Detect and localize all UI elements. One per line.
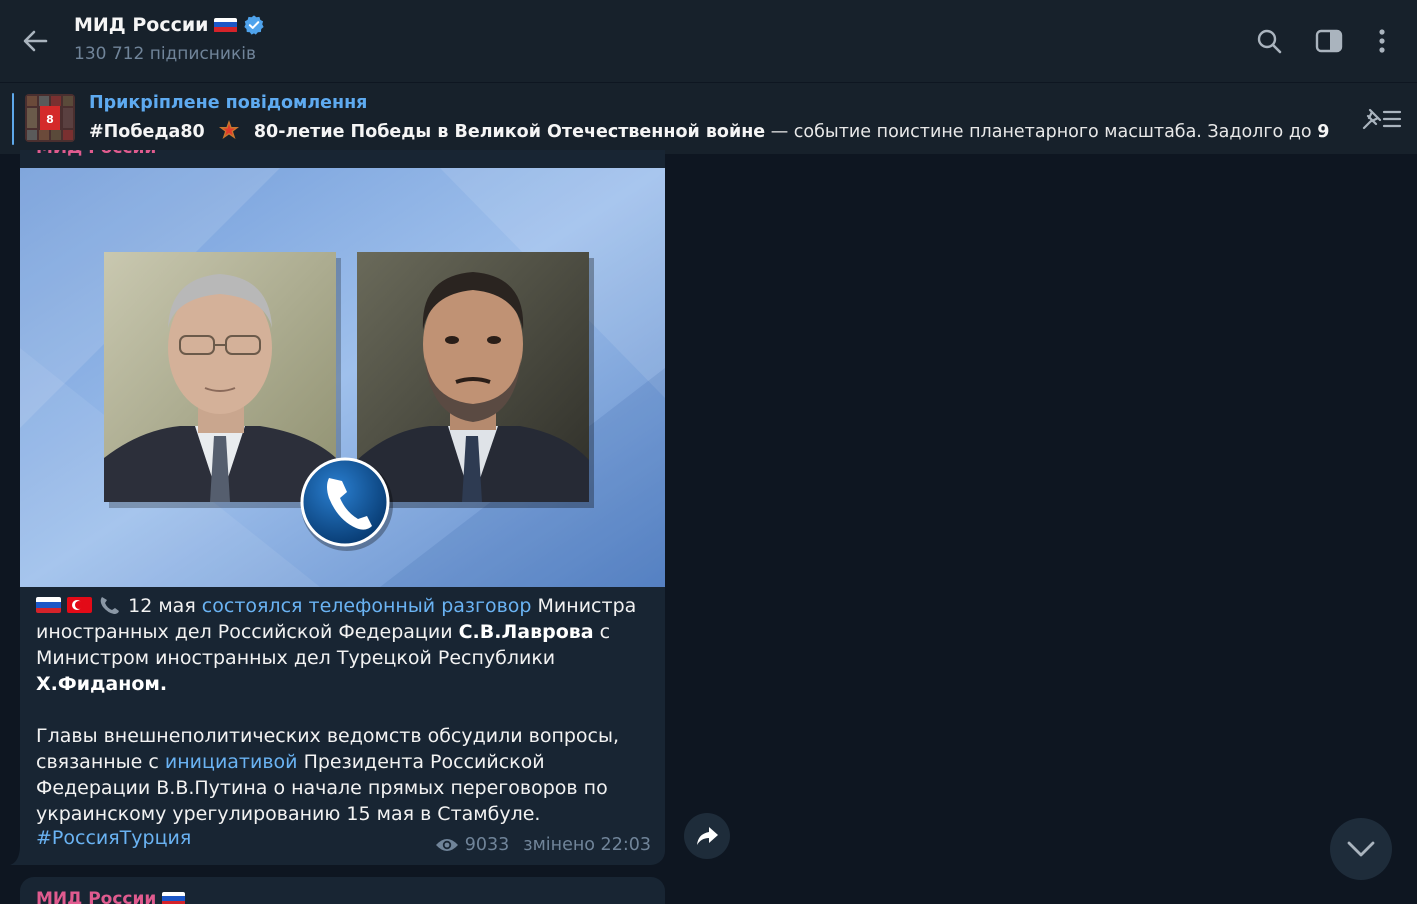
- message-date: 12 мая: [122, 595, 202, 617]
- next-message-sender[interactable]: МИД России: [36, 889, 186, 904]
- pinned-message-bar[interactable]: 8 Прикріплене повідомлення #Победа80 80-…: [0, 82, 1417, 154]
- bold-lavrov: С.В.Лаврова: [458, 621, 594, 643]
- pinned-bold-tail: 9 ...: [1317, 122, 1329, 142]
- pinned-bold-text: 80-летие Победы в Великой Отечественной …: [253, 122, 766, 142]
- link-initiative[interactable]: инициативой: [165, 751, 298, 773]
- next-sender-name: МИД России: [36, 889, 157, 904]
- channel-title: МИД России: [74, 12, 265, 38]
- next-message-bubble[interactable]: МИД России: [20, 877, 665, 904]
- pin-list-icon[interactable]: [1360, 106, 1402, 132]
- pinned-rest-text: — событие поистине планетарного масштаба…: [765, 122, 1318, 142]
- message-text: 12 мая состоялся телефонный разговор Мин…: [36, 593, 656, 853]
- russia-flag-icon: [36, 597, 61, 613]
- telephone-emoji-icon: [98, 595, 122, 615]
- russia-flag-icon: [214, 17, 238, 33]
- share-icon: [697, 827, 718, 845]
- sidebar-toggle-icon[interactable]: [1314, 26, 1344, 56]
- message-bubble[interactable]: МИД России: [20, 150, 665, 865]
- star-order-icon: [216, 119, 242, 139]
- more-vertical-icon[interactable]: [1367, 26, 1397, 56]
- bold-fidan: Х.Фиданом.: [36, 673, 168, 695]
- turkey-flag-icon: [67, 597, 93, 613]
- message-sender[interactable]: МИД России: [36, 150, 156, 158]
- view-count: 9033: [464, 835, 510, 855]
- message-meta: 9033 змінено 22:03: [435, 835, 651, 855]
- pinned-indicator: [12, 93, 14, 145]
- hashtag-link[interactable]: #РоссияТурция: [36, 827, 191, 849]
- message-photo[interactable]: [20, 168, 665, 587]
- chevron-down-icon: [1347, 841, 1375, 857]
- back-arrow-icon[interactable]: [20, 26, 50, 56]
- russia-flag-icon: [162, 891, 186, 904]
- pinned-thumbnail: 8: [25, 94, 75, 142]
- verified-icon: [244, 15, 265, 35]
- link-phone-call[interactable]: состоялся телефонный разговор: [202, 595, 532, 617]
- edited-time: змінено 22:03: [523, 835, 651, 855]
- scroll-down-button[interactable]: [1330, 818, 1392, 880]
- eye-icon: [435, 839, 458, 851]
- channel-name: МИД России: [74, 14, 209, 36]
- pinned-preview: #Победа80 80-летие Победы в Великой Отеч…: [89, 119, 1329, 142]
- share-button[interactable]: [684, 813, 730, 859]
- pinned-hashtag: #Победа80: [89, 122, 205, 142]
- pinned-label: Прикріплене повідомлення: [89, 93, 368, 113]
- chat-header: МИД России 130 712 підписників: [0, 0, 1417, 82]
- channel-info[interactable]: МИД России 130 712 підписників: [74, 12, 265, 64]
- subscriber-count: 130 712 підписників: [74, 44, 256, 64]
- search-icon[interactable]: [1254, 26, 1284, 56]
- svg-text:8: 8: [46, 113, 54, 126]
